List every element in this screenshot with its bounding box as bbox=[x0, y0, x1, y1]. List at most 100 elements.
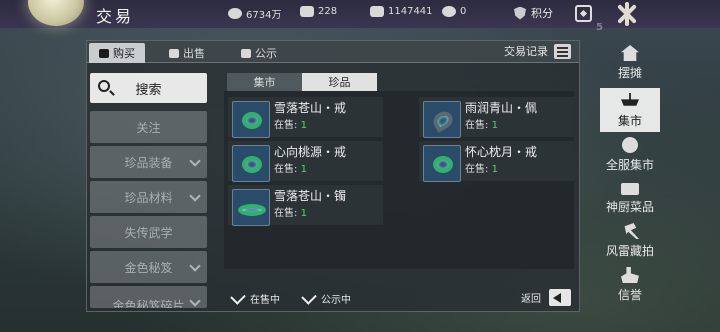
goods-card[interactable]: 雪落苍山・戒 在售: 1 bbox=[228, 97, 383, 138]
sidebar-item-credit[interactable]: 信誉 bbox=[600, 262, 660, 306]
five-decoration: 5 bbox=[596, 22, 603, 33]
trade-record-button[interactable]: 交易记录 bbox=[504, 43, 571, 59]
list-icon bbox=[554, 43, 571, 59]
tab-bar: 购买 出售 公示 交易记录 bbox=[87, 41, 579, 63]
stall-icon bbox=[621, 45, 639, 61]
points-button[interactable]: 积分 bbox=[514, 5, 553, 21]
filter-label: 在售中 bbox=[250, 295, 280, 306]
goods-card[interactable]: 雪落苍山・镯 在售: 1 bbox=[228, 185, 383, 226]
sub-tab-bar: 集市 珍品 bbox=[227, 73, 377, 91]
back-button[interactable]: 返回 bbox=[521, 289, 571, 306]
coin-value: 6734万 bbox=[246, 10, 282, 21]
filter-label: 公示中 bbox=[321, 295, 351, 306]
silver-balance: 228 bbox=[300, 6, 337, 17]
coin-balance: 6734万 bbox=[228, 6, 281, 21]
nav-label: 珍品装备 bbox=[124, 155, 173, 170]
top-bar: 交易 6734万 228 1147441 0 积分 5 bbox=[0, 0, 720, 33]
sidebar-item-global-market[interactable]: 全服集市 bbox=[600, 132, 660, 176]
hammer-icon bbox=[624, 223, 639, 239]
trade-panel: 购买 出售 公示 交易记录 搜索 关注 珍品装备 珍品材料 失传武学 金色秘笈 bbox=[86, 40, 580, 312]
checkmark-icon bbox=[230, 288, 246, 305]
bracelet-icon bbox=[232, 189, 270, 226]
filter-on-sale[interactable]: 在售中 bbox=[230, 288, 280, 306]
sidebar-item-label: 风雷藏拍 bbox=[605, 244, 654, 258]
tab-buy-label: 购买 bbox=[113, 47, 135, 60]
bag-icon bbox=[442, 6, 456, 17]
globe-icon bbox=[622, 137, 638, 153]
tab-publicity[interactable]: 公示 bbox=[231, 43, 287, 63]
nav-item-golden-manual-fragment[interactable]: 金色秘笈碎片 bbox=[90, 286, 207, 308]
ring-icon bbox=[423, 145, 461, 182]
nav-item-follow[interactable]: 关注 bbox=[90, 111, 207, 143]
sell-icon bbox=[169, 48, 179, 58]
sidebar-item-label: 信誉 bbox=[617, 288, 642, 302]
nav-label: 珍品材料 bbox=[124, 190, 173, 205]
goods-card[interactable]: 心向桃源・戒 在售: 1 bbox=[228, 141, 383, 182]
sidebar-item-label: 摆摊 bbox=[617, 66, 642, 80]
sidebar-item-label: 全服集市 bbox=[605, 158, 654, 172]
hand-icon bbox=[621, 267, 639, 283]
ticket-balance: 1147441 bbox=[370, 6, 433, 17]
publicity-icon bbox=[241, 48, 251, 58]
ticket-icon bbox=[370, 6, 384, 17]
goods-list: 雪落苍山・戒 在售: 1 雨润青山・佩 在售: 1 心向桃源・戒 在售: 1 怀… bbox=[224, 91, 574, 269]
nav-item-golden-manual[interactable]: 金色秘笈 bbox=[90, 251, 207, 283]
sidebar-item-label: 神厨菜品 bbox=[605, 200, 654, 214]
goods-name: 怀心枕月・戒 bbox=[465, 145, 538, 159]
checkmark-icon bbox=[301, 288, 317, 305]
goods-sale: 在售: 1 bbox=[274, 120, 307, 131]
nav-label: 失传武学 bbox=[124, 225, 173, 240]
subtab-rare[interactable]: 珍品 bbox=[302, 73, 377, 91]
points-label: 积分 bbox=[531, 7, 553, 20]
goods-card[interactable]: 怀心枕月・戒 在售: 1 bbox=[419, 141, 574, 182]
nav-label: 金色秘笈碎片 bbox=[112, 299, 185, 308]
coin-icon bbox=[228, 8, 242, 19]
search-button[interactable]: 搜索 bbox=[90, 73, 207, 103]
chevron-down-icon bbox=[189, 190, 201, 202]
goods-card[interactable]: 雨润青山・佩 在售: 1 bbox=[419, 97, 574, 138]
dish-icon bbox=[621, 183, 639, 195]
nav-item-lost-martial-arts[interactable]: 失传武学 bbox=[90, 216, 207, 248]
nav-label: 关注 bbox=[136, 120, 161, 135]
goods-name: 雪落苍山・镯 bbox=[274, 189, 347, 203]
scale-icon bbox=[621, 93, 639, 106]
ticket-value: 1147441 bbox=[388, 6, 433, 17]
back-arrow-icon bbox=[549, 289, 571, 306]
tab-buy[interactable]: 购买 bbox=[89, 43, 145, 63]
tab-publicity-label: 公示 bbox=[255, 47, 277, 60]
bag-balance: 0 bbox=[442, 6, 466, 17]
back-label: 返回 bbox=[521, 294, 541, 305]
pendant-icon bbox=[423, 101, 461, 138]
moon-emblem bbox=[28, 0, 84, 26]
goods-sale: 在售: 1 bbox=[274, 164, 307, 175]
goods-name: 心向桃源・戒 bbox=[274, 145, 347, 159]
search-label: 搜索 bbox=[135, 82, 162, 98]
sidebar-item-chef-dish[interactable]: 神厨菜品 bbox=[600, 174, 660, 218]
goods-sale: 在售: 1 bbox=[465, 164, 498, 175]
buy-icon bbox=[99, 48, 109, 58]
silver-value: 228 bbox=[318, 6, 338, 17]
sidebar-item-stall[interactable]: 摆摊 bbox=[600, 40, 660, 84]
sidebar-item-label: 集市 bbox=[617, 114, 642, 128]
search-icon bbox=[98, 80, 110, 92]
silver-icon bbox=[300, 6, 314, 17]
filter-on-publicity[interactable]: 公示中 bbox=[301, 288, 351, 306]
nav-item-rare-material[interactable]: 珍品材料 bbox=[90, 181, 207, 213]
tab-sell[interactable]: 出售 bbox=[159, 43, 215, 63]
chevron-down-icon bbox=[189, 260, 201, 272]
tab-sell-label: 出售 bbox=[183, 47, 205, 60]
chevron-down-icon bbox=[189, 155, 201, 167]
close-fan-icon[interactable] bbox=[610, 0, 644, 28]
subtab-market[interactable]: 集市 bbox=[227, 73, 302, 91]
ring-icon bbox=[232, 101, 270, 138]
page-title: 交易 bbox=[96, 7, 135, 26]
goods-name: 雨润青山・佩 bbox=[465, 101, 538, 115]
chevron-down-icon bbox=[189, 295, 201, 307]
sidebar-item-auction[interactable]: 风雷藏拍 bbox=[600, 218, 660, 262]
gift-icon[interactable] bbox=[575, 5, 592, 22]
ring-icon bbox=[232, 145, 270, 182]
goods-name: 雪落苍山・戒 bbox=[274, 101, 347, 115]
sidebar-item-market[interactable]: 集市 bbox=[600, 88, 660, 132]
nav-item-rare-equipment[interactable]: 珍品装备 bbox=[90, 146, 207, 178]
goods-sale: 在售: 1 bbox=[465, 120, 498, 131]
